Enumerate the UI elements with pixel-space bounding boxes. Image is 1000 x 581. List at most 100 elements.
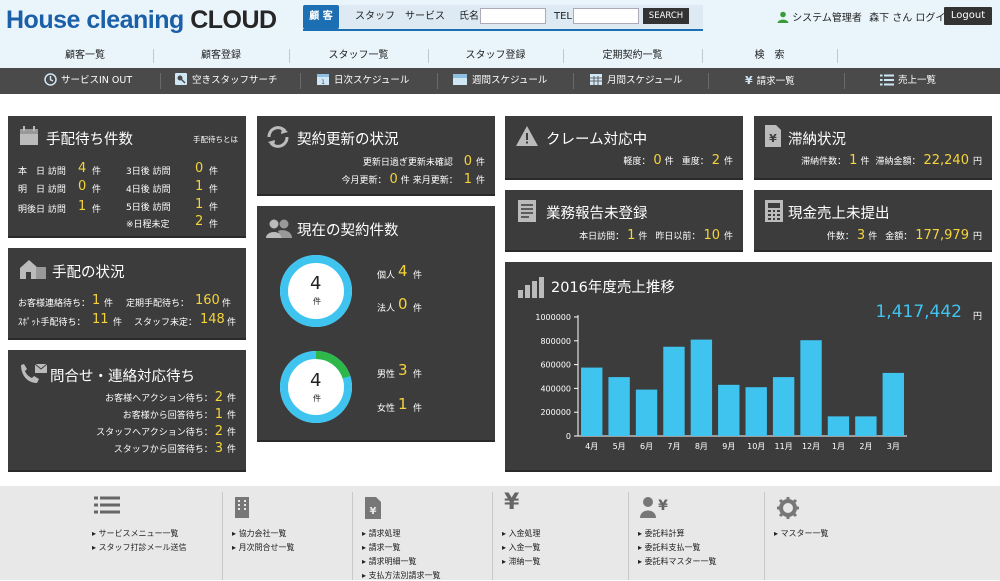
x-tick-label: 4月: [585, 442, 598, 451]
refresh-icon: [265, 125, 291, 153]
nav-customer-register[interactable]: 顧客登録: [153, 44, 289, 68]
personal-label: 個人: [377, 271, 396, 281]
name-search-input[interactable]: [480, 8, 546, 24]
footer-link-label: 請求処理: [368, 529, 401, 538]
female-count: 1: [398, 395, 408, 413]
nav-daily-schedule[interactable]: 1 日次スケジュール: [316, 68, 409, 94]
unit: 件: [226, 394, 236, 404]
visit-label: 3日後 訪問: [126, 167, 171, 177]
nav-divider: [300, 73, 301, 89]
footer-link-label: 委託料支払一覧: [644, 543, 701, 552]
nav-staff-list[interactable]: スタッフ一覧: [289, 44, 428, 68]
tab-staff[interactable]: スタッフ: [355, 5, 395, 29]
schedule-nav: サービスIN OUT 空きスタッフサーチ 1 日次スケジュール 週間スケジュール …: [0, 68, 1000, 94]
footer-link[interactable]: ▸ 月次問合せ一覧: [232, 542, 295, 553]
arrange-status-card[interactable]: 手配の状況 お客様連絡待ち： 1 件 定期手配待ち： 160 件 ｽﾎﾟｯﾄ手配…: [8, 248, 246, 340]
nav-free-staff-search-label: 空きスタッフサーチ: [192, 75, 278, 86]
renewal-overdue-label: 更新日過ぎ更新未確認: [362, 158, 453, 168]
unit: 件: [104, 299, 114, 309]
inquiry-row: お客様から回答待ち： 1 件: [16, 407, 236, 424]
x-tick-label: 3月: [887, 442, 900, 451]
footer-link[interactable]: ▸ 委託料マスター一覧: [638, 556, 717, 567]
tab-service[interactable]: サービス: [405, 5, 445, 29]
nav-free-staff-search[interactable]: 空きスタッフサーチ: [174, 68, 278, 94]
building-icon: [234, 496, 250, 522]
nav-invoice-list[interactable]: ¥ 請求一覧: [745, 68, 795, 94]
overdue-count-label: 滞納件数：: [801, 157, 847, 167]
footer-link[interactable]: ▸ 入金一覧: [502, 542, 541, 553]
report-past-count: 10: [703, 228, 720, 243]
unit: 件: [92, 167, 102, 177]
footer-link[interactable]: ▸ サービスメニュー一覧: [92, 528, 179, 539]
footer-link[interactable]: ▸ 請求一覧: [362, 542, 401, 553]
female-label: 女性: [377, 404, 396, 414]
bar: [608, 377, 630, 436]
footer-link[interactable]: ▸ 請求処理: [362, 528, 401, 539]
overdue-card[interactable]: ¥ 滞納状況 滞納件数： 1 件滞納金額： 22,240 円: [754, 116, 992, 180]
bar: [745, 387, 767, 436]
app-logo[interactable]: House cleaning CLOUD: [6, 6, 277, 35]
unit: 件: [226, 411, 236, 421]
footer-link-label: 協力会社一覧: [238, 529, 287, 538]
unit: 件: [723, 157, 733, 167]
nav-contract-list[interactable]: 定期契約一覧: [563, 44, 702, 68]
unit: 件: [209, 167, 219, 177]
footer-link[interactable]: ▸ 協力会社一覧: [232, 528, 287, 539]
cash-card[interactable]: 現金売上未提出 件数： 3 件金額： 177,979 円: [754, 190, 992, 252]
nav-monthly-schedule[interactable]: 月間スケジュール: [589, 68, 682, 94]
status-count: 11: [92, 312, 109, 327]
tab-customer[interactable]: 顧 客: [303, 5, 339, 29]
status-label: ｽﾎﾟｯﾄ手配待ち：: [18, 318, 86, 328]
tel-search-input[interactable]: [573, 8, 639, 24]
footer-link[interactable]: ▸ 滞納一覧: [502, 556, 541, 567]
x-tick-label: 12月: [802, 442, 820, 451]
unit: 件: [92, 205, 102, 215]
search-button[interactable]: SEARCH: [643, 8, 689, 24]
footer-link-label: 入金一覧: [508, 543, 541, 552]
unit: 件: [92, 185, 102, 195]
arrange-wait-card[interactable]: 手配待ち件数 手配待ちとは 本 日 訪問 4 件 明 日 訪問 0 件 明後日 …: [8, 116, 246, 238]
footer-link[interactable]: ▸ 請求明細一覧: [362, 556, 417, 567]
footer-link[interactable]: ▸ マスター一覧: [774, 528, 829, 539]
personal-count: 4: [398, 262, 408, 280]
footer-link-label: スタッフ打診メール送信: [98, 543, 187, 552]
house-icon: [18, 258, 48, 284]
unit: 件: [226, 428, 236, 438]
footer-link[interactable]: ▸ 委託料支払一覧: [638, 542, 701, 553]
contracts-card[interactable]: 現在の契約件数 4 件 個人 4 件 法人 0 件 4 件 男性 3 件 女性 …: [257, 206, 495, 442]
footer-col-partner: ▸ 協力会社一覧 ▸ 月次問合せ一覧: [222, 486, 352, 580]
nav-sales-list[interactable]: 売上一覧: [880, 68, 936, 94]
svg-text:1: 1: [321, 79, 325, 86]
report-card[interactable]: 業務報告未登録 本日訪問： 1 件昨日以前： 10 件: [505, 190, 743, 252]
footer-link[interactable]: ▸ 支払方法別請求一覧: [362, 570, 441, 581]
renewal-card[interactable]: 契約更新の状況 更新日過ぎ更新未確認 0件 今月更新： 0 件 来月更新： 1 件: [257, 116, 495, 196]
nav-weekly-schedule[interactable]: 週間スケジュール: [452, 68, 547, 94]
y-tick-label: 800000: [540, 337, 571, 346]
footer-link-label: 支払方法別請求一覧: [368, 571, 441, 580]
logout-button[interactable]: Logout: [944, 7, 992, 25]
nav-weekly-schedule-label: 週間スケジュール: [472, 75, 548, 86]
footer-divider: [222, 492, 223, 580]
visit-count: 1: [195, 179, 204, 194]
footer-link-label: マスター一覧: [780, 529, 829, 538]
visit-label: 5日後 訪問: [126, 203, 171, 213]
sales-chart-card[interactable]: 2016年度売上推移 1,417,442 円 1000000 800000 6000…: [505, 262, 992, 472]
nav-customer-list[interactable]: 顧客一覧: [17, 44, 153, 68]
claim-card[interactable]: クレーム対応中 軽度： 0 件重度： 2 件: [505, 116, 743, 180]
nav-service-in-out[interactable]: サービスIN OUT: [44, 68, 132, 94]
footer-link[interactable]: ▸ 入金処理: [502, 528, 541, 539]
nav-search[interactable]: 検 索: [702, 44, 837, 68]
inquiry-card[interactable]: 問合せ・連絡対応待ち お客様へアクション待ち： 2 件 お客様から回答待ち： 1 件 ス…: [8, 350, 246, 472]
visit-label: 明後日 訪問: [18, 205, 66, 215]
footer-link[interactable]: ▸ 委託料計算: [638, 528, 685, 539]
footer-link[interactable]: ▸ スタッフ打診メール送信: [92, 542, 187, 553]
report-today-label: 本日訪問：: [579, 232, 625, 242]
corporate-count: 0: [398, 295, 408, 313]
yen-icon: ¥: [504, 490, 520, 515]
visit-count: 1: [78, 199, 87, 214]
nav-staff-register[interactable]: スタッフ登録: [428, 44, 563, 68]
bar: [690, 339, 713, 436]
arrange-wait-help-link[interactable]: 手配待ちとは: [193, 134, 238, 145]
footer-link-label: 請求一覧: [368, 543, 401, 552]
corporate-label: 法人: [377, 304, 396, 314]
